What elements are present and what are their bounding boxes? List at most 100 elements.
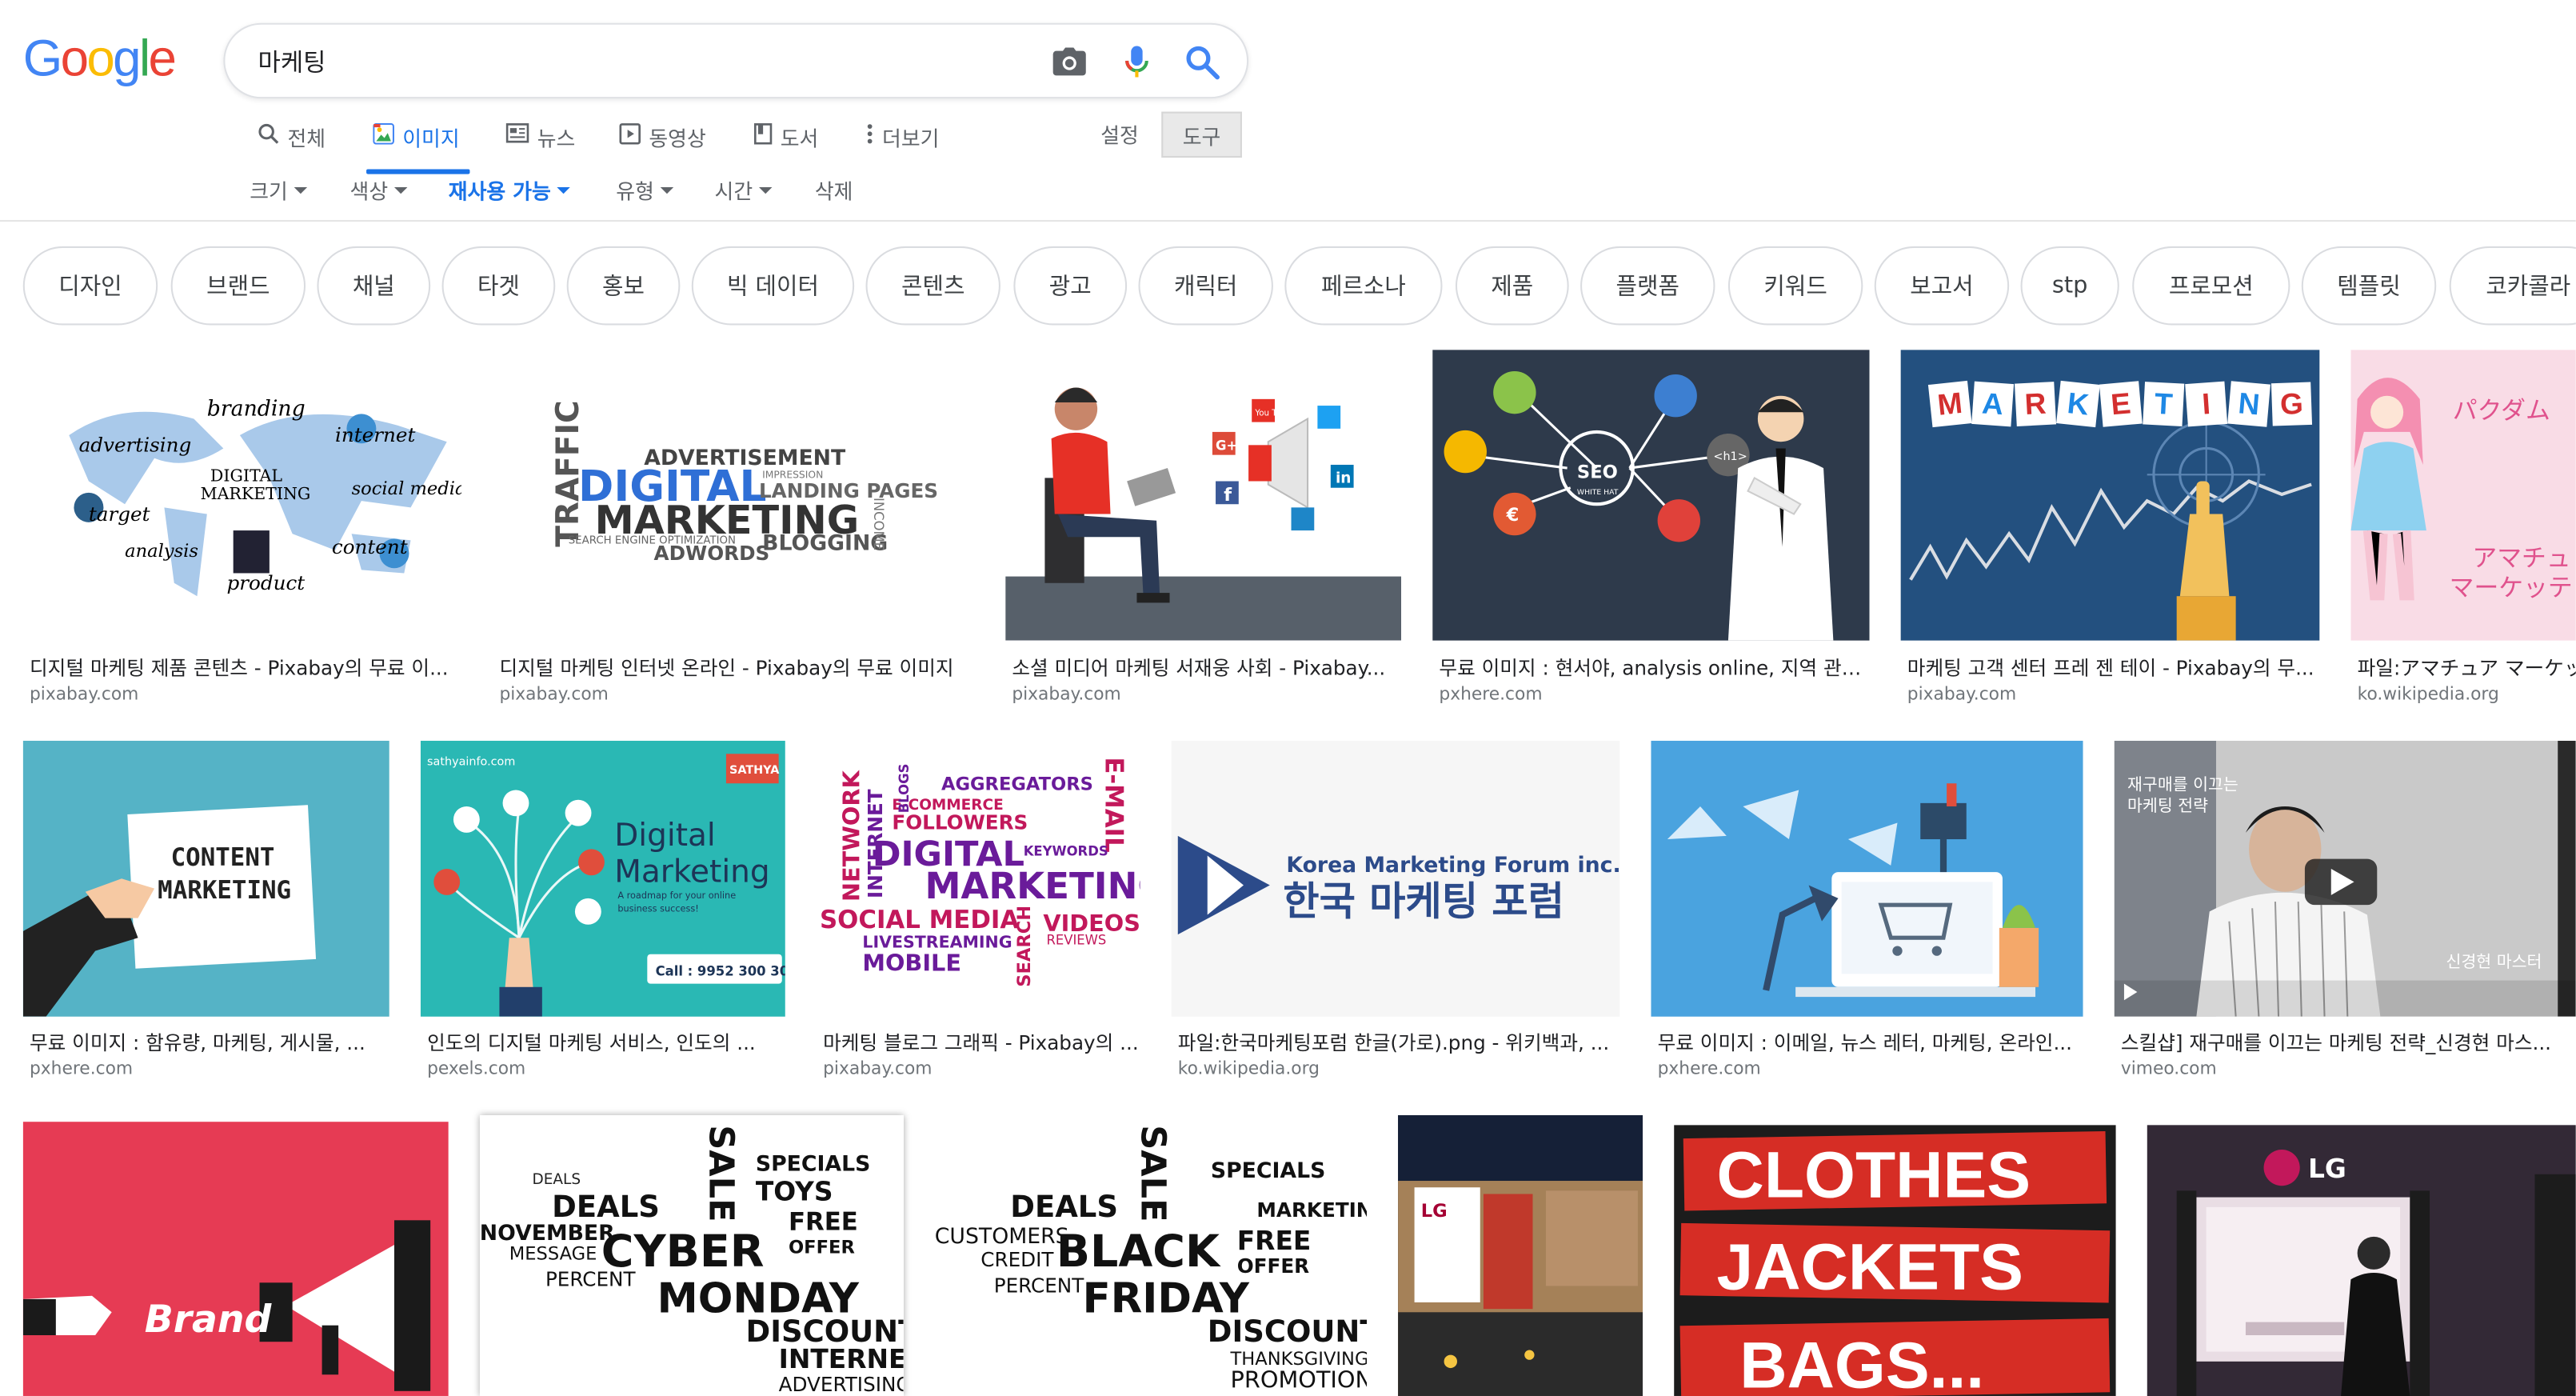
tab-images[interactable]: 이미지	[366, 115, 469, 174]
image-result[interactable]: branding advertising internet DIGITAL MA…	[22, 350, 462, 711]
image-result[interactable]: sathyainfo.com SATHYA Digital Marketing …	[420, 740, 785, 1089]
result-thumbnail[interactable]: LG	[1398, 1114, 1643, 1396]
image-result[interactable]: Brand	[22, 1122, 449, 1396]
result-caption[interactable]: 디지털 마케팅 인터넷 온라인 - Pixabay의 무료 이미지	[499, 654, 974, 682]
image-word: IMPRESSION	[762, 469, 823, 480]
chip[interactable]: 콘텐츠	[865, 246, 1000, 326]
chip[interactable]: 디자인	[22, 246, 158, 326]
chip[interactable]: 빅 데이터	[691, 246, 855, 326]
result-caption[interactable]: 무료 이미지 : 현서야, analysis online, 지역 관리...	[1439, 654, 1869, 682]
settings-link[interactable]: 설정	[1100, 118, 1139, 150]
filter-usage-rights[interactable]: 재사용 가능	[449, 174, 571, 206]
result-thumbnail[interactable]: You Tube f in G+	[1005, 350, 1402, 641]
image-result[interactable]: SEO WHITE HAT <h1> € 무료 이미지 : 현서야, analy…	[1432, 350, 1870, 711]
image-word: target	[89, 502, 150, 526]
result-thumbnail[interactable]: Korea Marketing Forum inc. 한국 마케팅 포럼	[1171, 740, 1620, 1017]
filter-size[interactable]: 크기	[250, 174, 308, 206]
result-thumbnail[interactable]: 재구매를 이끄는 마케팅 전략 신경현 마스터	[2114, 740, 2576, 1017]
chip[interactable]: 키워드	[1727, 246, 1863, 326]
result-caption[interactable]: 무료 이미지 : 이메일, 뉴스 레터, 마케팅, 온라인...	[1658, 1028, 2083, 1056]
filter-color[interactable]: 색상	[350, 174, 408, 206]
result-thumbnail[interactable]: DIGITAL MARKETING ADVERTISEMENT TRAFFIC …	[493, 350, 975, 641]
result-thumbnail[interactable]: M A R K E T I N G	[1900, 350, 2320, 641]
result-thumbnail[interactable]: パクダム アマチュ マーケッテ	[2350, 350, 2576, 641]
result-thumbnail[interactable]: LG	[2147, 1125, 2576, 1396]
image-result[interactable]: パクダム アマチュ マーケッテ 파일:アマチュア マーケッ... ko.wiki…	[2350, 350, 2576, 711]
chip[interactable]: 플랫폼	[1580, 246, 1715, 326]
image-result[interactable]: You Tube f in G+ 소셜 미디어 마케팅 서재웅 사회 - Pix…	[1005, 350, 1402, 711]
chip[interactable]: 광고	[1013, 246, 1128, 326]
chip[interactable]: 캐릭터	[1138, 246, 1273, 326]
image-result[interactable]: M A R K E T I N G 마케팅 고객 센터 프레 젠 테이 - Pi…	[1900, 350, 2320, 711]
result-caption[interactable]: 소셜 미디어 마케팅 서재웅 사회 - Pixabay...	[1012, 654, 1400, 682]
result-source[interactable]: pxhere.com	[1658, 1059, 1761, 1079]
camera-icon[interactable]	[1050, 42, 1089, 82]
tab-news[interactable]: 뉴스	[505, 115, 575, 171]
image-result[interactable]: DEALS DEALS CYBER MONDAY SALE SPECIALS T…	[479, 1114, 904, 1396]
result-source[interactable]: ko.wikipedia.org	[2358, 685, 2499, 705]
chip[interactable]: 타겟	[441, 246, 556, 326]
filter-clear[interactable]: 삭제	[815, 174, 853, 206]
image-word: DIGITAL	[210, 466, 282, 486]
result-thumbnail[interactable]: SEO WHITE HAT <h1> €	[1432, 350, 1870, 641]
chip[interactable]: 템플릿	[2301, 246, 2437, 326]
image-result[interactable]: DEALS BLACK FRIDAY SALE SPECIALS MARKETI…	[934, 1114, 1368, 1396]
search-icon[interactable]	[1183, 42, 1222, 82]
result-thumbnail[interactable]: AGGREGATORS E-COMMERCE FOLLOWERS DIGITAL…	[816, 740, 1140, 1017]
chip[interactable]: 코카콜라	[2449, 246, 2576, 326]
result-thumbnail[interactable]	[1651, 740, 2083, 1017]
mic-icon[interactable]	[1117, 42, 1156, 82]
result-caption[interactable]: 마케팅 블로그 그래픽 - Pixabay의 ...	[823, 1028, 1140, 1056]
chip[interactable]: 프로모션	[2132, 246, 2290, 326]
tab-videos[interactable]: 동영상	[619, 115, 706, 171]
tab-more[interactable]: 더보기	[866, 115, 939, 171]
result-source[interactable]: vimeo.com	[2121, 1059, 2217, 1079]
image-result[interactable]: 재구매를 이끄는 마케팅 전략 신경현 마스터 스킬샵] 재구매를 이끄는 마케…	[2114, 740, 2576, 1089]
result-caption[interactable]: 디지털 마케팅 제품 콘텐츠 - Pixabay의 무료 이...	[30, 654, 460, 682]
result-thumbnail[interactable]: DEALS DEALS CYBER MONDAY SALE SPECIALS T…	[479, 1114, 904, 1396]
result-source[interactable]: pexels.com	[427, 1059, 525, 1079]
result-caption[interactable]: 파일:한국마케팅포럼 한글(가로).png - 위키백과, ...	[1178, 1028, 1620, 1056]
image-result[interactable]: CLOTHES JACKETS BAGS...	[1674, 1125, 2116, 1396]
image-result[interactable]: LG	[2147, 1125, 2576, 1396]
result-source[interactable]: pxhere.com	[1439, 685, 1542, 705]
chip[interactable]: 보고서	[1874, 246, 2010, 326]
filter-type[interactable]: 유형	[616, 174, 674, 206]
result-caption[interactable]: 파일:アマチュア マーケッ...	[2358, 654, 2576, 682]
image-result[interactable]: CONTENT MARKETING 무료 이미지 : 함유량, 마케팅, 게시물…	[22, 740, 389, 1089]
result-caption[interactable]: 스킬샵] 재구매를 이끄는 마케팅 전략_신경현 마스...	[2121, 1028, 2576, 1056]
result-source[interactable]: pixabay.com	[1012, 685, 1120, 705]
tab-books[interactable]: 도서	[753, 115, 818, 171]
result-thumbnail[interactable]: sathyainfo.com SATHYA Digital Marketing …	[420, 740, 785, 1017]
image-result[interactable]: 무료 이미지 : 이메일, 뉴스 레터, 마케팅, 온라인... pxhere.…	[1651, 740, 2083, 1089]
chip[interactable]: 제품	[1455, 246, 1569, 326]
chip[interactable]: 페르소나	[1284, 246, 1443, 326]
image-result[interactable]: AGGREGATORS E-COMMERCE FOLLOWERS DIGITAL…	[816, 740, 1140, 1089]
image-result[interactable]: LG	[1398, 1114, 1643, 1396]
result-thumbnail[interactable]: CLOTHES JACKETS BAGS...	[1674, 1125, 2116, 1396]
result-source[interactable]: pxhere.com	[30, 1059, 133, 1079]
result-thumbnail[interactable]: DEALS BLACK FRIDAY SALE SPECIALS MARKETI…	[934, 1114, 1368, 1396]
result-caption[interactable]: 인도의 디지털 마케팅 서비스, 인도의 ...	[427, 1028, 785, 1056]
google-logo[interactable]: Google	[23, 30, 177, 89]
chip[interactable]: stp	[2020, 246, 2119, 326]
result-source[interactable]: pixabay.com	[30, 685, 138, 705]
chip[interactable]: 채널	[317, 246, 431, 326]
result-source[interactable]: pixabay.com	[1907, 685, 2016, 705]
chip[interactable]: 홍보	[566, 246, 681, 326]
result-thumbnail[interactable]: branding advertising internet DIGITAL MA…	[22, 350, 462, 641]
search-input[interactable]	[258, 39, 1014, 82]
result-source[interactable]: pixabay.com	[499, 685, 608, 705]
result-source[interactable]: pixabay.com	[823, 1059, 932, 1079]
tab-all[interactable]: 전체	[258, 115, 325, 171]
result-thumbnail[interactable]: Brand	[22, 1122, 449, 1396]
chip[interactable]: 브랜드	[170, 246, 306, 326]
tools-button[interactable]: 도구	[1161, 111, 1242, 158]
result-source[interactable]: ko.wikipedia.org	[1178, 1059, 1320, 1079]
filter-time[interactable]: 시간	[715, 174, 773, 206]
image-result[interactable]: DIGITAL MARKETING ADVERTISEMENT TRAFFIC …	[493, 350, 975, 711]
image-result[interactable]: Korea Marketing Forum inc. 한국 마케팅 포럼 파일:…	[1171, 740, 1620, 1089]
result-thumbnail[interactable]: CONTENT MARKETING	[22, 740, 389, 1017]
result-caption[interactable]: 마케팅 고객 센터 프레 젠 테이 - Pixabay의 무...	[1907, 654, 2320, 682]
result-caption[interactable]: 무료 이미지 : 함유량, 마케팅, 게시물, ...	[30, 1028, 389, 1056]
